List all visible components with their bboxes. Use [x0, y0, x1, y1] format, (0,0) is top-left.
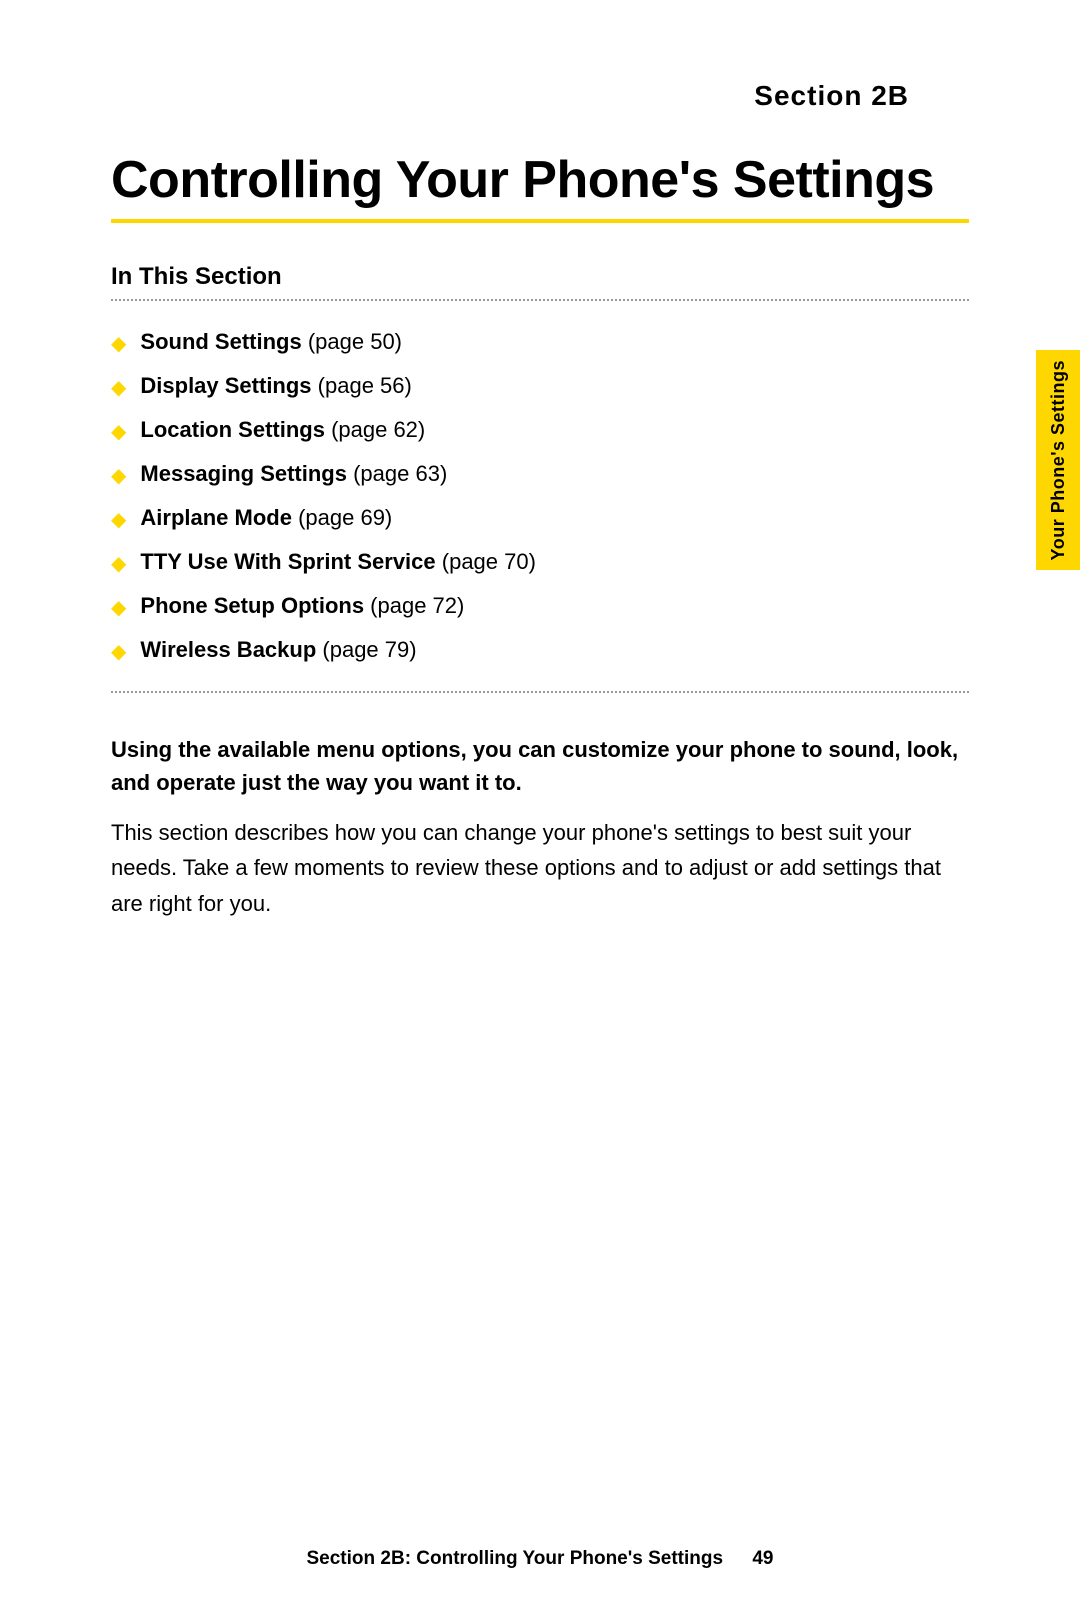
- footer-text: Section 2B: Controlling Your Phone's Set…: [307, 1548, 774, 1570]
- list-item: ◆ TTY Use With Sprint Service (page 70): [111, 549, 969, 575]
- toc-list: ◆ Sound Settings (page 50) ◆ Display Set…: [111, 329, 969, 663]
- toc-item-normal: (page 50): [302, 329, 402, 354]
- diamond-icon: ◆: [111, 639, 126, 664]
- list-item: ◆ Wireless Backup (page 79): [111, 637, 969, 663]
- footer-section-label: Section 2B: Controlling Your Phone's Set…: [307, 1548, 724, 1569]
- diamond-icon: ◆: [111, 419, 126, 444]
- footer-page-number: 49: [752, 1548, 773, 1569]
- list-item: ◆ Messaging Settings (page 63): [111, 461, 969, 487]
- diamond-icon: ◆: [111, 331, 126, 356]
- page-title: Controlling Your Phone's Settings: [111, 152, 969, 209]
- intro-bold: Using the available menu options, you ca…: [111, 733, 969, 799]
- dotted-line-top: [111, 299, 969, 301]
- diamond-icon: ◆: [111, 551, 126, 576]
- intro-normal: This section describes how you can chang…: [111, 815, 969, 921]
- list-item: ◆ Airplane Mode (page 69): [111, 505, 969, 531]
- in-this-section-heading: In This Section: [111, 263, 969, 291]
- diamond-icon: ◆: [111, 375, 126, 400]
- section-label: Section 2B: [111, 80, 969, 112]
- page-container: Section 2B Controlling Your Phone's Sett…: [0, 0, 1080, 1620]
- list-item: ◆ Phone Setup Options (page 72): [111, 593, 969, 619]
- toc-item-bold: Location Settings: [140, 417, 325, 442]
- side-tab: Your Phone's Settings: [1036, 350, 1080, 570]
- list-item: ◆ Location Settings (page 62): [111, 417, 969, 443]
- toc-item-bold: Display Settings: [140, 373, 311, 398]
- toc-item-normal: (page 79): [316, 637, 416, 662]
- title-underline: [111, 219, 969, 223]
- toc-item-normal: (page 69): [292, 505, 392, 530]
- toc-item-normal: (page 62): [325, 417, 425, 442]
- toc-item-bold: Wireless Backup: [140, 637, 316, 662]
- list-item: ◆ Sound Settings (page 50): [111, 329, 969, 355]
- toc-item-normal: (page 70): [436, 549, 536, 574]
- dotted-line-bottom: [111, 691, 969, 693]
- toc-item-bold: Airplane Mode: [140, 505, 292, 530]
- diamond-icon: ◆: [111, 507, 126, 532]
- toc-item-normal: (page 63): [347, 461, 447, 486]
- toc-item-bold: Messaging Settings: [140, 461, 347, 486]
- diamond-icon: ◆: [111, 595, 126, 620]
- footer: Section 2B: Controlling Your Phone's Set…: [111, 1548, 969, 1570]
- toc-item-bold: Sound Settings: [140, 329, 301, 354]
- list-item: ◆ Display Settings (page 56): [111, 373, 969, 399]
- diamond-icon: ◆: [111, 463, 126, 488]
- toc-item-normal: (page 72): [364, 593, 464, 618]
- toc-item-bold: TTY Use With Sprint Service: [140, 549, 435, 574]
- toc-item-normal: (page 56): [312, 373, 412, 398]
- toc-item-bold: Phone Setup Options: [140, 593, 364, 618]
- side-tab-label: Your Phone's Settings: [1048, 360, 1069, 560]
